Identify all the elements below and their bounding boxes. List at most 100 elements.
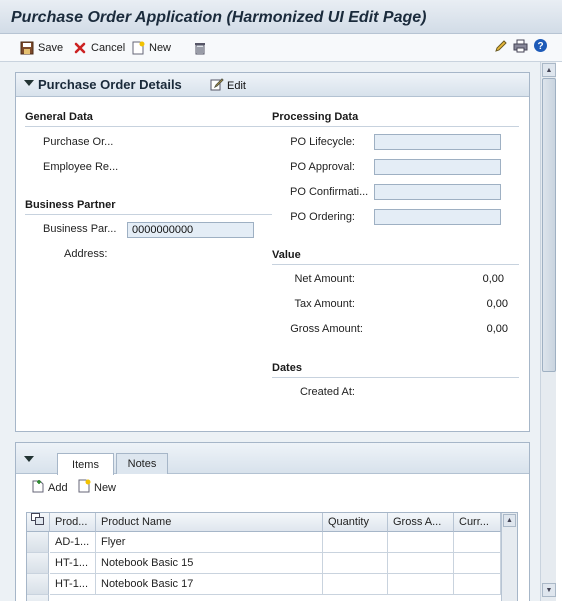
value-title: Value [272,249,519,265]
add-item-button[interactable]: Add [31,479,68,496]
table-cell-product-id[interactable]: HT-1... [50,553,96,574]
tax-amount-value: 0,00 [486,298,508,310]
gross-amount-label: Gross Amount: [290,323,363,335]
items-panel-header: Items Notes [16,443,529,475]
row-selector[interactable] [27,532,49,553]
items-toolbar: Add New [16,474,529,498]
edit-icon [210,78,224,94]
content-area: Purchase Order Details Edit General Data… [0,62,540,601]
tab-items-label: Items [72,458,99,471]
table-cell-currency[interactable] [454,574,501,595]
new-document-icon [77,479,91,496]
po-lifecycle-field[interactable] [374,134,501,150]
row-selector[interactable] [27,595,49,601]
row-selector[interactable] [27,574,49,595]
column-header-gross-amount[interactable]: Gross A... [388,513,454,532]
column-header-currency[interactable]: Curr... [454,513,501,532]
table-settings-icon [31,513,44,528]
delete-button[interactable] [193,39,207,57]
new-item-label: New [94,481,117,494]
address-label: Address: [64,248,108,260]
cancel-label: Cancel [91,42,126,54]
collapse-icon[interactable] [24,80,34,86]
business-partner-label: Business Par... [43,223,117,235]
table-cell-currency[interactable] [454,553,501,574]
add-icon [31,479,45,496]
general-data-title: General Data [25,111,272,127]
employee-label: Employee Re... [43,161,119,173]
column-header-quantity[interactable]: Quantity [323,513,388,532]
scroll-up-icon[interactable]: ▲ [503,514,516,527]
help-button[interactable]: ? [532,39,548,55]
add-label: Add [48,481,68,494]
po-approval-field[interactable] [374,159,501,175]
table-cell-quantity[interactable] [323,532,388,553]
column-header-product-name[interactable]: Product Name [96,513,323,532]
details-panel: Purchase Order Details Edit General Data… [15,72,530,432]
help-icon: ? [533,38,548,56]
scroll-up-icon[interactable]: ▲ [542,63,556,77]
edit-label: Edit [227,80,246,92]
save-button[interactable]: Save [20,39,63,57]
dates-title: Dates [272,362,519,378]
table-cell-currency[interactable] [454,532,501,553]
new-label: New [149,42,172,54]
save-label: Save [38,42,64,54]
tab-notes[interactable]: Notes [116,453,168,474]
business-partner-field[interactable]: 0000000000 [127,222,254,238]
scroll-down-icon[interactable]: ▼ [542,583,556,597]
table-settings-button[interactable] [27,513,50,532]
page-title: Purchase Order Application (Harmonized U… [11,9,427,26]
printer-icon [513,39,528,56]
details-panel-header: Purchase Order Details Edit [16,73,529,97]
page-scrollbar[interactable]: ▲ ▼ [540,62,556,601]
po-confirmation-field[interactable] [374,184,501,200]
main-toolbar: Save Cancel New ? [0,34,562,62]
table-cell-product-id[interactable]: HT-1... [50,574,96,595]
row-selector[interactable] [27,553,49,574]
purchase-order-label: Purchase Or... [43,136,114,148]
save-icon [20,41,34,55]
po-confirmation-label: PO Confirmati... [290,186,369,198]
cancel-button[interactable]: Cancel [73,39,125,57]
new-item-button[interactable]: New [77,479,116,496]
title-bar: Purchase Order Application (Harmonized U… [0,0,562,34]
po-ordering-label: PO Ordering: [290,211,355,223]
po-approval-label: PO Approval: [290,161,355,173]
processing-data-title: Processing Data [272,111,519,127]
table-cell-gross-amount[interactable] [388,553,454,574]
details-panel-title: Purchase Order Details [38,77,182,92]
items-table: Prod... Product Name Quantity Gross A...… [26,512,518,601]
edit-pencil-button[interactable] [493,39,509,55]
table-scrollbar[interactable]: ▲ [501,513,517,601]
items-panel: Items Notes Add New Prod... Product Name… [15,442,530,601]
details-edit-button[interactable]: Edit [210,78,246,94]
created-at-label: Created At: [299,386,355,398]
table-cell-product-name[interactable]: Flyer [96,532,323,553]
collapse-icon[interactable] [24,456,34,462]
business-partner-title: Business Partner [25,199,272,215]
pencil-icon [494,39,508,56]
table-cell-quantity[interactable] [323,553,388,574]
table-cell-gross-amount[interactable] [388,532,454,553]
tax-amount-label: Tax Amount: [294,298,355,310]
table-cell-gross-amount[interactable] [388,574,454,595]
new-document-icon [131,41,145,55]
tab-items[interactable]: Items [57,453,114,475]
table-cell-product-id[interactable]: AD-1... [50,532,96,553]
table-cell-product-name[interactable]: Notebook Basic 17 [96,574,323,595]
svg-text:?: ? [537,41,543,52]
new-button[interactable]: New [131,39,171,57]
scrollbar-thumb[interactable] [542,78,556,372]
cancel-icon [73,41,87,55]
gross-amount-value: 0,00 [486,323,508,335]
net-amount-label: Net Amount: [294,273,355,285]
trash-icon [193,41,207,55]
table-cell-product-name[interactable]: Notebook Basic 15 [96,553,323,574]
tab-notes-label: Notes [127,458,157,470]
column-header-product-id[interactable]: Prod... [50,513,96,532]
po-lifecycle-label: PO Lifecycle: [290,136,355,148]
po-ordering-field[interactable] [374,209,501,225]
print-button[interactable] [512,39,528,55]
table-cell-quantity[interactable] [323,574,388,595]
